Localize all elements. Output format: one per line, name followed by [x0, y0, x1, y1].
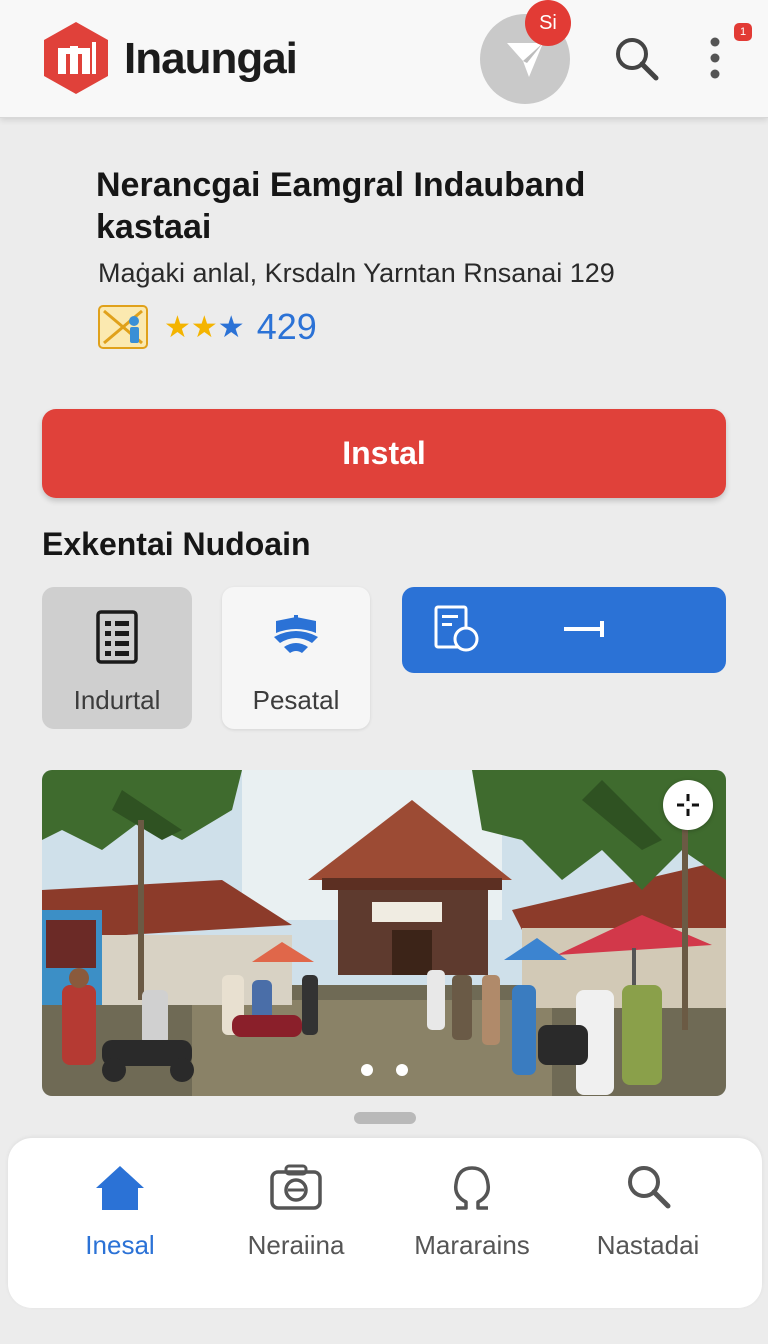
brand-name: Inaungai — [124, 34, 298, 83]
category-chip-forms[interactable] — [402, 587, 726, 673]
section-title: Exkentai Nudoain — [42, 526, 311, 562]
expand-button[interactable] — [663, 780, 713, 830]
app-subtitle: Maġaki anlal, Krsdaln Yarntan Rnsanai 12… — [98, 258, 615, 288]
camera-icon — [270, 1164, 322, 1210]
document-list-icon — [96, 610, 138, 664]
chip-label: Pesatal — [252, 685, 340, 715]
nav-item-search[interactable]: Nastadai — [558, 1138, 738, 1308]
menu-badge: 1 — [734, 23, 752, 41]
nav-item-home[interactable]: Inesal — [30, 1138, 210, 1308]
drag-handle[interactable] — [354, 1112, 416, 1124]
more-vert-icon[interactable] — [700, 32, 730, 84]
brand-logo-icon — [44, 22, 108, 94]
carousel-dot-active[interactable] — [361, 1064, 373, 1076]
rating-row: ★★★ 429 — [98, 305, 317, 349]
nav-label: Inesal — [85, 1230, 155, 1260]
village-photo — [42, 770, 726, 1096]
category-chip-pesatal[interactable]: Pesatal — [222, 587, 370, 729]
nav-label: Neraiina — [247, 1230, 345, 1260]
app-title: Nerancgai Eamgral Indauband kastaai — [96, 166, 586, 246]
nav-label: Nastadai — [596, 1230, 700, 1260]
form-search-icon — [434, 605, 479, 652]
app-bar: Inaungai Si 1 — [0, 0, 768, 118]
install-button[interactable]: Instal — [42, 409, 726, 498]
rating-count: 429 — [256, 306, 317, 347]
category-chip-indurtal[interactable]: Indurtal — [42, 587, 192, 729]
bottom-navigation: Inesal Neraiina Mararains Nastadai — [8, 1138, 762, 1308]
carousel-dot[interactable] — [396, 1064, 408, 1076]
chip-label: Indurtal — [73, 685, 161, 715]
search-icon[interactable] — [612, 34, 662, 84]
app-thumbnail-icon — [98, 305, 148, 349]
wifi-shield-icon — [274, 615, 318, 653]
search-icon — [628, 1166, 671, 1209]
home-icon — [96, 1166, 144, 1210]
move-icon — [677, 794, 699, 816]
omega-icon — [453, 1166, 491, 1210]
nav-label: Mararains — [414, 1230, 530, 1260]
notification-badge: Si — [525, 0, 571, 46]
nav-item-camera[interactable]: Neraiina — [206, 1138, 386, 1308]
nav-item-omega[interactable]: Mararains — [382, 1138, 562, 1308]
minus-icon — [564, 621, 604, 637]
rating-stars: ★★★ — [164, 310, 245, 344]
